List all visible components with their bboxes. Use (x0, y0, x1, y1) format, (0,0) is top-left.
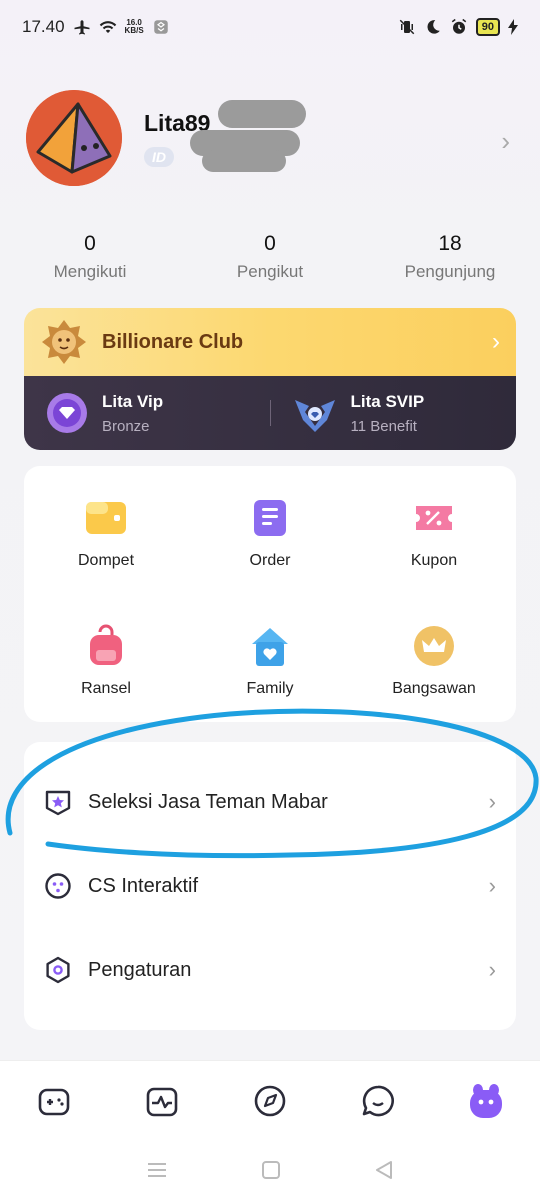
net-speed: 16.0 KB/S (125, 19, 144, 35)
menu-label: Pengaturan (88, 958, 192, 981)
menu-item-cs-interaktif[interactable]: CS Interaktif › (24, 844, 516, 928)
stat-label: Pengunjung (404, 262, 496, 281)
moon-icon (427, 20, 440, 34)
chevron-right-icon: › (488, 873, 496, 898)
nav-activity[interactable] (142, 1081, 182, 1121)
redaction-mark (202, 150, 286, 172)
bottom-nav (0, 1060, 540, 1140)
nav-games[interactable] (34, 1081, 74, 1121)
vip-name: Lita Vip (102, 391, 164, 411)
activity-icon (146, 1087, 178, 1116)
shield-star-icon (45, 790, 71, 816)
grid-item-ransel[interactable]: Ransel (24, 594, 188, 722)
stat-label: Mengikuti (53, 262, 127, 281)
grid-label: Dompet (77, 552, 135, 569)
recent-apps-icon[interactable] (146, 1161, 168, 1179)
grid-item-order[interactable]: Order (188, 466, 352, 594)
net-speed-unit: KB/S (124, 26, 144, 35)
nav-explore[interactable] (250, 1081, 290, 1121)
compass-icon (254, 1085, 286, 1116)
chevron-right-icon[interactable]: › (501, 126, 510, 157)
lita-vip[interactable]: Lita Vip Bronze (24, 392, 270, 435)
grid-label: Ransel (81, 680, 131, 697)
svip-benefit: 11 Benefit (350, 417, 417, 435)
status-time: 17.40 (22, 17, 65, 36)
back-icon[interactable] (374, 1160, 394, 1180)
billionare-club-banner[interactable]: Billionare Club › (24, 308, 516, 376)
vibrate-mute-icon (399, 19, 415, 35)
avatar[interactable] (26, 90, 122, 186)
gamepad-icon (38, 1088, 70, 1115)
grid-item-kupon[interactable]: Kupon (352, 466, 516, 594)
chevron-right-icon: › (488, 957, 496, 982)
stat-visitors[interactable]: 18 Pengunjung (360, 232, 540, 282)
status-bar: 17.40 16.0 KB/S 90 (0, 0, 540, 54)
chat-icon (362, 1085, 394, 1116)
crown-icon (414, 626, 454, 666)
airplane-icon (74, 20, 90, 35)
nav-chat[interactable] (358, 1081, 398, 1121)
order-icon (254, 500, 286, 536)
system-nav-bar (0, 1140, 540, 1200)
lita-svip[interactable]: Lita SVIP 11 Benefit (271, 392, 517, 435)
charging-icon (508, 19, 518, 35)
chevron-right-icon: › (492, 328, 500, 355)
grid-item-family[interactable]: Family (188, 594, 352, 722)
menu-label: Seleksi Jasa Teman Mabar (88, 790, 328, 813)
stat-following[interactable]: 0 Mengikuti (0, 232, 180, 282)
alarm-icon (451, 18, 466, 34)
stat-label: Pengikut (236, 262, 304, 281)
profile-mascot-icon (470, 1083, 502, 1118)
menu-list: Seleksi Jasa Teman Mabar › CS Interaktif… (24, 742, 516, 1030)
menu-item-pengaturan[interactable]: Pengaturan › (24, 928, 516, 1012)
grid-label: Order (249, 552, 291, 569)
wallet-icon (86, 502, 126, 534)
nav-profile[interactable] (466, 1081, 506, 1121)
grid-item-bangsawan[interactable]: Bangsawan (352, 594, 516, 722)
wifi-icon (99, 21, 116, 33)
feature-grid: Dompet Order Kupon Ransel Family Bangsaw… (24, 466, 516, 722)
stat-value: 0 (84, 232, 96, 255)
svip-name: Lita SVIP (350, 391, 425, 411)
club-title: Billionare Club (102, 330, 244, 353)
cs-face-icon (45, 873, 71, 899)
app-notification-icon (153, 20, 168, 34)
menu-label: CS Interaktif (88, 874, 199, 897)
menu-item-seleksi-jasa[interactable]: Seleksi Jasa Teman Mabar › (24, 760, 516, 844)
home-icon[interactable] (261, 1160, 281, 1180)
family-house-icon (252, 628, 288, 666)
grid-label: Kupon (410, 552, 458, 569)
pyramid-avatar-icon (26, 90, 122, 186)
profile-header[interactable]: Lita89 ID › (26, 90, 516, 186)
backpack-icon (90, 624, 122, 665)
vip-row: Lita Vip Bronze Lita SVIP 11 Benefit (24, 376, 516, 450)
profile-stats: 0 Mengikuti 0 Pengikut 18 Pengunjung (0, 232, 540, 282)
status-left: 17.40 16.0 KB/S (22, 17, 170, 37)
settings-hex-icon (46, 956, 70, 984)
status-right: 90 (398, 18, 518, 36)
vip-level: Bronze (102, 417, 150, 435)
chevron-right-icon: › (488, 789, 496, 814)
stat-followers[interactable]: 0 Pengikut (180, 232, 360, 282)
vip-diamond-icon (47, 393, 87, 433)
stat-value: 18 (438, 232, 462, 255)
id-badge: ID (144, 146, 174, 167)
lion-emblem-icon (42, 320, 86, 364)
grid-label: Bangsawan (392, 680, 476, 697)
grid-label: Family (246, 680, 294, 697)
redaction-mark (218, 100, 306, 128)
grid-item-dompet[interactable]: Dompet (24, 466, 188, 594)
svip-wings-icon (294, 400, 335, 432)
coupon-icon (416, 506, 452, 530)
club-card: Billionare Club › Lita Vip Bronze Lita S… (24, 308, 516, 450)
battery-indicator: 90 (475, 18, 500, 36)
stat-value: 0 (264, 232, 276, 255)
